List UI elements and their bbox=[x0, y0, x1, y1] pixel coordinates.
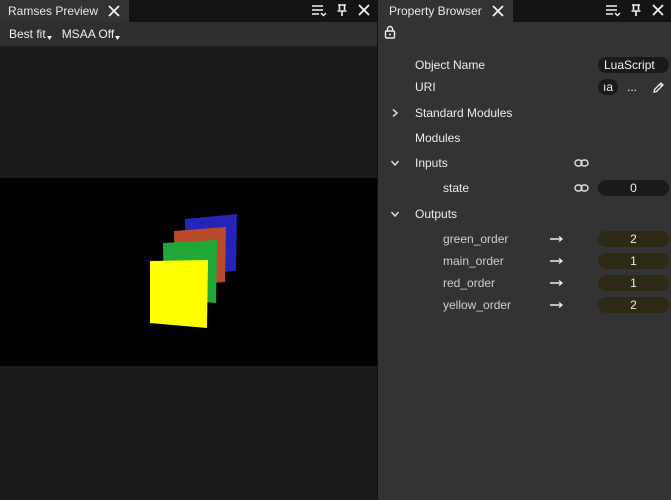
input-state-row: state 0 bbox=[378, 178, 671, 198]
inputs-row[interactable]: Inputs bbox=[378, 153, 671, 173]
uri-label: URI bbox=[415, 80, 436, 94]
scene-render bbox=[150, 214, 237, 328]
output-name: main_order bbox=[443, 254, 504, 268]
menu-list-icon[interactable] bbox=[311, 3, 327, 17]
output-row: red_order 1 bbox=[378, 273, 671, 293]
pin-icon[interactable] bbox=[630, 3, 642, 17]
preview-tab-bar: Ramses Preview bbox=[0, 0, 377, 22]
tab-property-browser[interactable]: Property Browser bbox=[378, 0, 513, 22]
ramses-preview-panel: Ramses Preview Best fit MSAA Off bbox=[0, 0, 377, 500]
chevron-right-icon[interactable] bbox=[390, 108, 400, 118]
output-row: green_order 2 bbox=[378, 229, 671, 249]
link-icon[interactable] bbox=[574, 182, 589, 194]
preview-tab-actions bbox=[311, 3, 371, 17]
output-name: yellow_order bbox=[443, 298, 512, 312]
tab-ramses-preview[interactable]: Ramses Preview bbox=[0, 0, 130, 22]
standard-modules-row[interactable]: Standard Modules bbox=[378, 103, 671, 123]
render-viewport[interactable] bbox=[0, 178, 377, 366]
chevron-down-icon bbox=[46, 36, 52, 40]
modules-label: Modules bbox=[415, 131, 461, 145]
arrow-right-icon bbox=[550, 258, 564, 264]
uri-row: URI ıa ... bbox=[378, 77, 671, 97]
arrow-right-icon bbox=[550, 280, 564, 286]
inputs-label: Inputs bbox=[415, 156, 448, 170]
lock-icon bbox=[384, 25, 396, 39]
output-row: main_order 1 bbox=[378, 251, 671, 271]
output-row: yellow_order 2 bbox=[378, 295, 671, 315]
yellow-quad bbox=[150, 260, 208, 328]
menu-list-icon[interactable] bbox=[605, 3, 621, 17]
output-value: 2 bbox=[598, 231, 669, 247]
lock-toggle[interactable] bbox=[384, 25, 396, 42]
close-icon[interactable] bbox=[491, 4, 505, 18]
chevron-down-icon[interactable] bbox=[390, 209, 400, 219]
output-name: green_order bbox=[443, 232, 509, 246]
object-name-field[interactable]: LuaScript bbox=[598, 57, 669, 73]
fit-mode-dropdown[interactable]: Best fit bbox=[9, 27, 52, 41]
pin-icon[interactable] bbox=[336, 3, 348, 17]
property-tab-title: Property Browser bbox=[389, 4, 482, 18]
msaa-dropdown[interactable]: MSAA Off bbox=[61, 27, 121, 41]
close-icon[interactable] bbox=[357, 3, 371, 17]
fit-mode-value: Best fit bbox=[9, 27, 46, 41]
uri-browse-button[interactable]: ... bbox=[627, 80, 637, 94]
preview-tab-title: Ramses Preview bbox=[8, 4, 99, 18]
output-name: red_order bbox=[443, 276, 496, 290]
close-icon[interactable] bbox=[651, 3, 665, 17]
msaa-value: MSAA Off bbox=[61, 27, 115, 41]
input-state-field[interactable]: 0 bbox=[598, 180, 669, 196]
link-icon[interactable] bbox=[574, 157, 589, 169]
object-name-row: Object Name LuaScript bbox=[378, 55, 671, 75]
outputs-row[interactable]: Outputs bbox=[378, 204, 671, 224]
output-value: 2 bbox=[598, 297, 669, 313]
arrow-right-icon bbox=[550, 302, 564, 308]
input-state-label: state bbox=[443, 181, 470, 195]
property-browser-panel: Property Browser Object Name LuaScript U… bbox=[378, 0, 671, 500]
output-value: 1 bbox=[598, 253, 669, 269]
close-icon[interactable] bbox=[107, 4, 121, 18]
chevron-down-icon bbox=[115, 36, 121, 40]
arrow-right-icon bbox=[550, 236, 564, 242]
property-tab-actions bbox=[605, 3, 665, 17]
pencil-icon[interactable] bbox=[652, 81, 665, 94]
property-tab-bar: Property Browser bbox=[378, 0, 671, 22]
preview-toolbar: Best fit MSAA Off bbox=[0, 22, 377, 46]
standard-modules-label: Standard Modules bbox=[415, 106, 513, 120]
modules-row: Modules bbox=[378, 128, 671, 148]
object-name-label: Object Name bbox=[415, 58, 486, 72]
chevron-down-icon[interactable] bbox=[390, 158, 400, 168]
output-value: 1 bbox=[598, 275, 669, 291]
uri-field[interactable]: ıa bbox=[598, 79, 618, 95]
outputs-label: Outputs bbox=[415, 207, 458, 221]
